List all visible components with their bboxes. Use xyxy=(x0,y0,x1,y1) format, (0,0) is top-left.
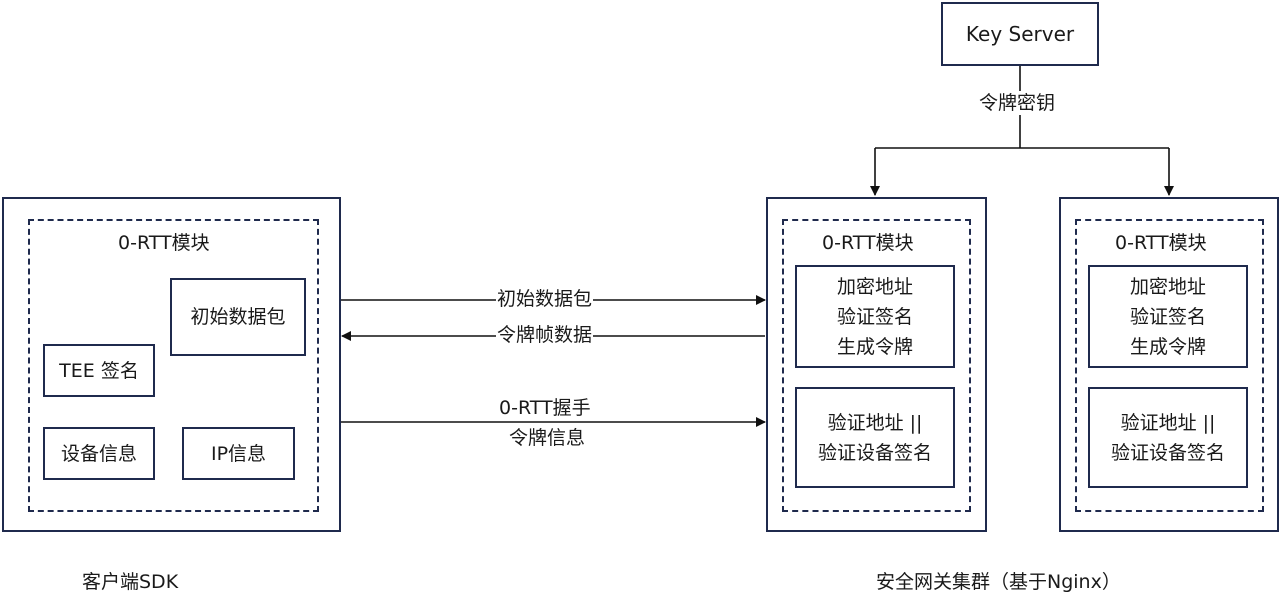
gateway-cluster-caption: 安全网关集群（基于Nginx） xyxy=(876,571,1121,593)
edge-label-initial-packet: 初始数据包 xyxy=(496,287,594,311)
token-key-label: 令牌密钥 xyxy=(978,91,1057,115)
gateway-1-module-title: 0-RTT模块 xyxy=(822,232,914,254)
initial-packet-node: 初始数据包 xyxy=(170,278,306,356)
gateway-2-verify-block: 验证地址 || 验证设备签名 xyxy=(1088,387,1248,488)
device-info-node: 设备信息 xyxy=(43,427,155,480)
gateway-1-block2-line1: 验证地址 || xyxy=(827,411,923,434)
gateway-2-token-block: 加密地址 验证签名 生成令牌 xyxy=(1088,265,1248,368)
gateway-1-block2-line2: 验证设备签名 xyxy=(817,441,932,464)
edge-label-token-info: 令牌信息 xyxy=(508,426,587,450)
tee-sign-node: TEE 签名 xyxy=(43,344,155,397)
client-sdk-caption: 客户端SDK xyxy=(82,571,179,593)
ip-info-node: IP信息 xyxy=(182,427,295,480)
gateway-1-block1-line2: 验证签名 xyxy=(836,305,913,328)
gateway-2-block2-line1: 验证地址 || xyxy=(1120,411,1216,434)
ip-info-label: IP信息 xyxy=(210,442,267,465)
gateway-2-block1-line1: 加密地址 xyxy=(1129,275,1206,298)
gateway-2-block2-line2: 验证设备签名 xyxy=(1110,441,1225,464)
gateway-1-block1-line3: 生成令牌 xyxy=(836,335,913,358)
device-info-label: 设备信息 xyxy=(60,442,137,465)
gateway-1-verify-block: 验证地址 || 验证设备签名 xyxy=(795,387,955,488)
edge-label-token-frame: 令牌帧数据 xyxy=(496,323,594,347)
gateway-2-block1-line2: 验证签名 xyxy=(1129,305,1206,328)
initial-packet-label: 初始数据包 xyxy=(190,306,286,328)
key-server-label: Key Server xyxy=(965,22,1075,46)
gateway-1-block1-line1: 加密地址 xyxy=(836,275,913,298)
tee-sign-label: TEE 签名 xyxy=(59,359,139,382)
client-module-title: 0-RTT模块 xyxy=(118,232,210,254)
gateway-1-token-block: 加密地址 验证签名 生成令牌 xyxy=(795,265,955,368)
key-server-box: Key Server xyxy=(941,2,1099,66)
edge-label-handshake: 0-RTT握手 xyxy=(498,396,592,420)
gateway-2-module-title: 0-RTT模块 xyxy=(1115,232,1207,254)
gateway-2-block1-line3: 生成令牌 xyxy=(1129,335,1206,358)
